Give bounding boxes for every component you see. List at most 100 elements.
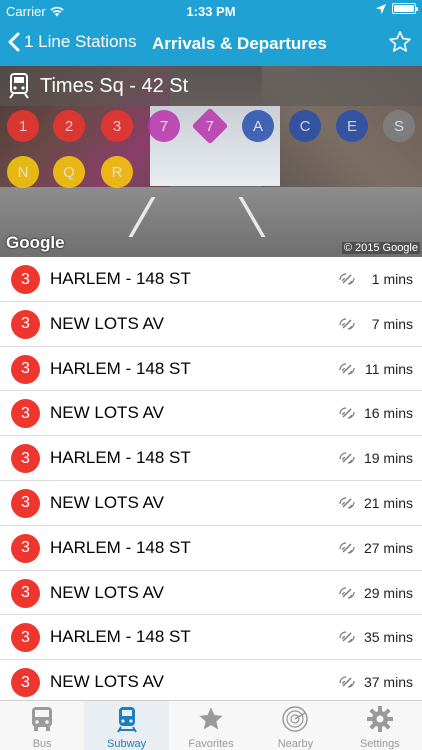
location-arrow-icon [376, 3, 386, 14]
route-bullet[interactable]: A [242, 110, 274, 142]
arrival-time: 7 mins [371, 315, 413, 332]
route-bullet[interactable]: Q [53, 156, 85, 188]
tab-bar: Bus Subway Favorites Nearby Settings [0, 700, 422, 750]
realtime-signal-icon [339, 318, 355, 330]
destination: NEW LOTS AV [50, 313, 164, 333]
route-bullet[interactable]: N [7, 156, 39, 188]
status-time: 1:33 PM [186, 4, 236, 19]
route-bullet[interactable]: E [336, 110, 368, 142]
route-bullet[interactable]: 7 [148, 110, 180, 142]
star-icon [169, 701, 253, 733]
tab-settings[interactable]: Settings [338, 701, 422, 750]
route-bullet-label: 7 [159, 117, 169, 135]
route-badge-label: 3 [21, 628, 30, 646]
arrival-time: 29 mins [363, 584, 413, 601]
arrival-row[interactable]: 3 HARLEM - 148 ST 35 mins [0, 615, 422, 661]
route-bullet-label: E [346, 117, 357, 135]
realtime-signal-icon [339, 631, 355, 643]
route-bullet-label: S [393, 117, 404, 135]
arrival-time: 35 mins [363, 629, 413, 646]
tab-favorites[interactable]: Favorites [169, 701, 253, 750]
route-badge: 3 [11, 623, 40, 653]
navigation-bar: 1 Line Stations Arrivals & Departures [0, 22, 422, 66]
arrival-time: 37 mins [363, 674, 413, 691]
route-badge-label: 3 [21, 494, 30, 512]
route-badge: 3 [11, 265, 40, 294]
tab-bus[interactable]: Bus [0, 701, 84, 750]
route-bullet-label: A [252, 117, 263, 135]
destination: HARLEM - 148 ST [50, 269, 191, 288]
route-badge-label: 3 [21, 404, 30, 422]
map-copyright: © 2015 Google [341, 242, 420, 254]
route-badge: 3 [11, 668, 40, 698]
route-bullet[interactable]: 1 [7, 110, 39, 142]
route-bullet[interactable]: C [289, 110, 321, 142]
route-bullet[interactable]: R [101, 156, 133, 188]
bus-icon [0, 701, 84, 733]
realtime-signal-icon [339, 676, 355, 688]
back-button-label: 1 Line Stations [24, 32, 137, 51]
arrival-row[interactable]: 3 HARLEM - 148 ST 27 mins [0, 526, 422, 571]
arrival-time: 21 mins [363, 494, 413, 511]
route-badge: 3 [11, 399, 40, 429]
arrival-row[interactable]: 3 NEW LOTS AV 16 mins [0, 391, 422, 437]
route-badge-label: 3 [21, 673, 30, 691]
arrival-row[interactable]: 3 HARLEM - 148 ST 19 mins [0, 436, 422, 481]
tab-label: Subway [107, 738, 147, 750]
route-bullet-label: C [299, 117, 311, 135]
route-badge-label: 3 [21, 315, 30, 333]
status-bar: Carrier 1:33 PM [0, 0, 422, 22]
station-header: Times Sq - 42 St [0, 66, 422, 106]
chevron-left-icon [8, 32, 20, 52]
arrivals-list[interactable]: 3 HARLEM - 148 ST 1 mins 3 NEW LOTS AV 7 mins… [0, 257, 422, 700]
route-badge: 3 [11, 533, 40, 563]
tab-label: Favorites [188, 738, 234, 750]
star-outline-icon [389, 31, 411, 52]
tab-label: Settings [359, 738, 400, 750]
arrival-row[interactable]: 3 HARLEM - 148 ST 11 mins [0, 347, 422, 392]
route-bullet[interactable]: S [383, 110, 415, 142]
arrival-row[interactable]: 3 NEW LOTS AV 37 mins [0, 660, 422, 700]
destination: NEW LOTS AV [50, 492, 164, 512]
arrival-row[interactable]: 3 HARLEM - 148 ST 1 mins [0, 257, 422, 302]
destination: HARLEM - 148 ST [50, 358, 191, 378]
realtime-signal-icon [339, 542, 355, 554]
tab-nearby[interactable]: Nearby [253, 701, 337, 750]
destination: HARLEM - 148 ST [50, 448, 191, 468]
realtime-signal-icon [339, 362, 355, 375]
tab-label: Nearby [277, 738, 314, 750]
realtime-signal-icon [339, 586, 355, 599]
battery-icon [392, 3, 418, 14]
route-bullet[interactable]: 2 [53, 110, 85, 142]
back-button[interactable]: 1 Line Stations [8, 32, 136, 52]
favorite-button[interactable] [388, 30, 412, 59]
route-bullet-label: N [17, 163, 29, 181]
arrival-time: 19 mins [363, 450, 413, 467]
gear-icon [338, 701, 422, 733]
route-badge: 3 [11, 578, 40, 608]
route-bullet-label: 1 [18, 117, 28, 135]
arrival-time: 11 mins [365, 360, 413, 377]
station-name: Times Sq - 42 St [40, 75, 189, 97]
route-bullet-label: 7 [205, 117, 215, 135]
realtime-signal-icon [339, 497, 355, 509]
route-badge-label: 3 [21, 449, 30, 467]
arrival-row[interactable]: 3 NEW LOTS AV 29 mins [0, 571, 422, 616]
arrival-time: 1 mins [371, 271, 413, 287]
arrival-time: 27 mins [363, 539, 413, 556]
route-bullet-label: 2 [64, 117, 74, 135]
tab-label: Bus [32, 738, 52, 750]
destination: NEW LOTS AV [50, 582, 164, 602]
route-badge: 3 [11, 444, 40, 474]
arrival-row[interactable]: 3 NEW LOTS AV 21 mins [0, 481, 422, 526]
realtime-signal-icon [339, 452, 355, 464]
arrival-time: 16 mins [363, 405, 413, 422]
tab-subway[interactable]: Subway [84, 701, 169, 750]
route-bullet-label: R [111, 163, 123, 181]
subway-icon [84, 701, 168, 733]
page-title: Arrivals & Departures [152, 34, 327, 53]
arrival-row[interactable]: 3 NEW LOTS AV 7 mins [0, 302, 422, 347]
route-bullet[interactable]: 3 [101, 110, 133, 142]
route-bullet-label: 3 [112, 117, 122, 135]
realtime-signal-icon [339, 407, 355, 419]
